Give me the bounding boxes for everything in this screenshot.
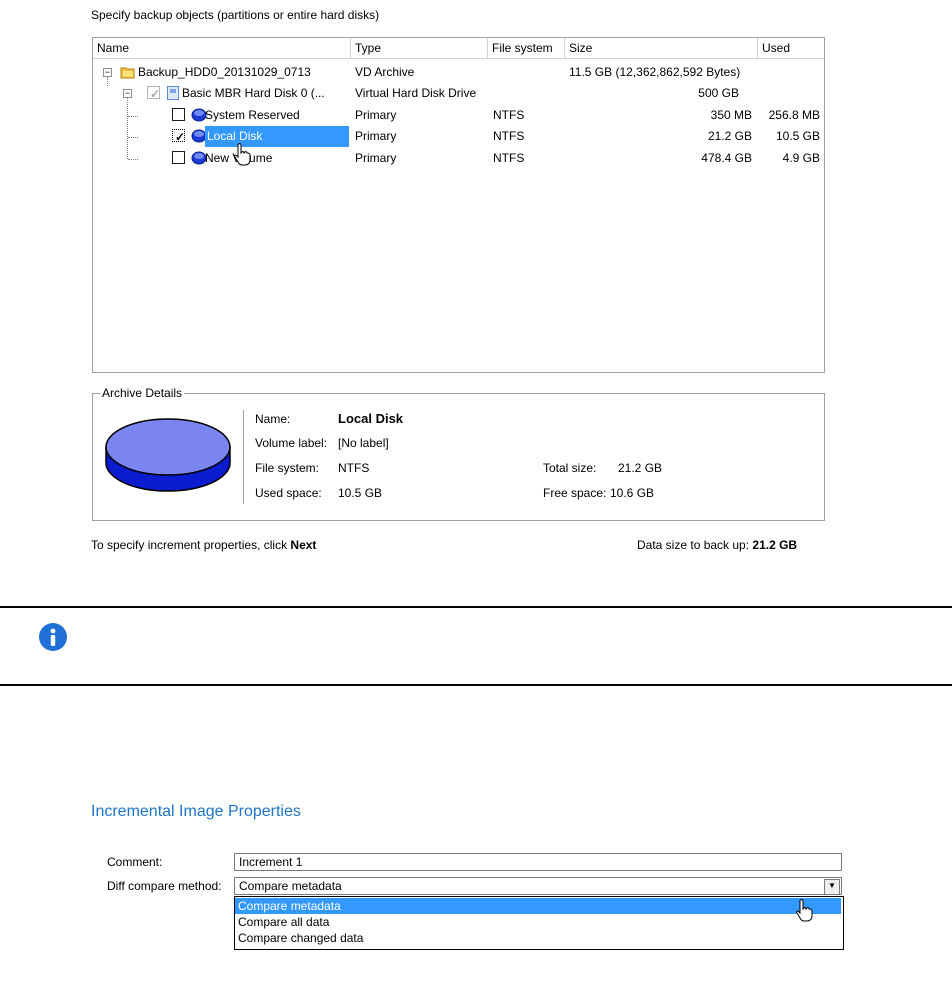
diff-method-label: Diff compare method:: [107, 879, 222, 893]
row-name: System Reserved: [205, 108, 300, 122]
backup-objects-tree[interactable]: Name Type File system Size Used − Backup…: [92, 37, 825, 373]
detail-free-label: Free space:: [543, 486, 607, 500]
row-size: 500 GB: [698, 86, 739, 100]
new-volume-checkbox[interactable]: [172, 151, 185, 164]
row-size: 350 MB: [710, 108, 752, 122]
row-fs: NTFS: [493, 129, 525, 143]
row-type: Primary: [355, 151, 397, 165]
row-name: Local Disk: [205, 126, 349, 147]
detail-fs-value: NTFS: [338, 461, 370, 475]
comment-label: Comment:: [107, 855, 163, 869]
tree-row-system-reserved[interactable]: System Reserved Primary NTFS 350 MB 256.…: [93, 105, 824, 126]
row-type: VD Archive: [355, 65, 415, 79]
column-name[interactable]: Name: [93, 38, 351, 58]
row-fs: NTFS: [493, 151, 525, 165]
hand-cursor-icon: [233, 142, 253, 169]
detail-used-value: 10.5 GB: [338, 486, 383, 500]
row-name: Backup_HDD0_20131029_0713: [138, 65, 311, 79]
folder-archive-icon: [120, 65, 136, 79]
comment-input[interactable]: Increment 1: [234, 853, 842, 871]
option-compare-changed-data[interactable]: Compare changed data: [235, 930, 841, 946]
row-size: 21.2 GB: [707, 129, 752, 143]
data-size-label: Data size to back up:: [637, 538, 753, 552]
detail-volume-value: [No label]: [338, 436, 389, 450]
row-name: Basic MBR Hard Disk 0 (...: [182, 86, 325, 100]
tree-header: Name Type File system Size Used: [93, 38, 824, 59]
row-fs: NTFS: [493, 108, 525, 122]
data-size-summary: Data size to back up: 21.2 GB: [637, 538, 797, 552]
column-type[interactable]: Type: [351, 38, 488, 58]
column-file-system[interactable]: File system: [488, 38, 565, 58]
local-disk-checkbox[interactable]: ✓: [172, 129, 185, 144]
detail-volume-label: Volume label:: [255, 436, 328, 450]
hand-cursor-icon: [795, 898, 815, 927]
row-size: 11.5 GB (12,362,862,592 Bytes): [569, 65, 741, 79]
detail-free-value: 10.6 GB: [610, 486, 655, 500]
separator-bottom: [0, 684, 952, 686]
option-compare-metadata[interactable]: Compare metadata: [235, 898, 841, 914]
separator-top: [0, 606, 952, 608]
tree-row-archive[interactable]: − Backup_HDD0_20131029_0713 VD Archive 1…: [93, 62, 824, 83]
column-size[interactable]: Size: [565, 38, 758, 58]
next-hint: To specify increment properties, click N…: [91, 538, 316, 552]
diff-method-options[interactable]: Compare metadata Compare all data Compar…: [234, 896, 844, 950]
detail-fs-label: File system:: [255, 461, 320, 475]
tree-row-hard-disk[interactable]: − ✓ Basic MBR Hard Disk 0 (... Virtual H…: [93, 83, 824, 104]
column-used[interactable]: Used: [758, 38, 824, 58]
option-compare-all-data[interactable]: Compare all data: [235, 914, 841, 930]
instruction-text: Specify backup objects (partitions or en…: [91, 8, 380, 22]
chevron-down-icon[interactable]: ▼: [824, 879, 840, 895]
disk-volume-icon: [104, 417, 232, 498]
collapse-icon[interactable]: −: [103, 68, 112, 77]
details-divider: [243, 410, 244, 504]
row-used: 4.9 GB: [782, 151, 820, 165]
row-type: Primary: [355, 108, 397, 122]
diff-method-select[interactable]: Compare metadata ▼: [234, 877, 842, 895]
tree-row-local-disk[interactable]: ✓ Local Disk Primary NTFS 21.2 GB 10.5 G…: [93, 126, 824, 147]
detail-total-value: 21.2 GB: [618, 461, 663, 475]
info-icon: [39, 623, 67, 651]
data-size-value: 21.2 GB: [752, 538, 798, 552]
detail-total-label: Total size:: [543, 461, 597, 475]
detail-name-label: Name:: [255, 412, 291, 426]
next-hint-bold: Next: [290, 538, 317, 552]
system-reserved-checkbox[interactable]: [172, 108, 185, 121]
detail-used-label: Used space:: [255, 486, 322, 500]
row-type: Virtual Hard Disk Drive: [355, 86, 477, 100]
row-used: 256.8 MB: [768, 108, 820, 122]
detail-name-value: Local Disk: [338, 411, 404, 426]
collapse-icon[interactable]: −: [123, 89, 132, 98]
next-hint-text: To specify increment properties, click: [91, 538, 291, 552]
hard-disk-icon: [166, 86, 182, 100]
archive-details-title: Archive Details: [100, 386, 185, 400]
row-size: 478.4 GB: [701, 151, 752, 165]
tree-row-new-volume[interactable]: New Volume Primary NTFS 478.4 GB 4.9 GB: [93, 148, 824, 169]
hard-disk-checkbox[interactable]: ✓: [147, 86, 160, 101]
row-type: Primary: [355, 129, 397, 143]
diff-method-value: Compare metadata: [239, 879, 342, 893]
row-used: 10.5 GB: [775, 129, 820, 143]
properties-title: Incremental Image Properties: [91, 803, 301, 820]
